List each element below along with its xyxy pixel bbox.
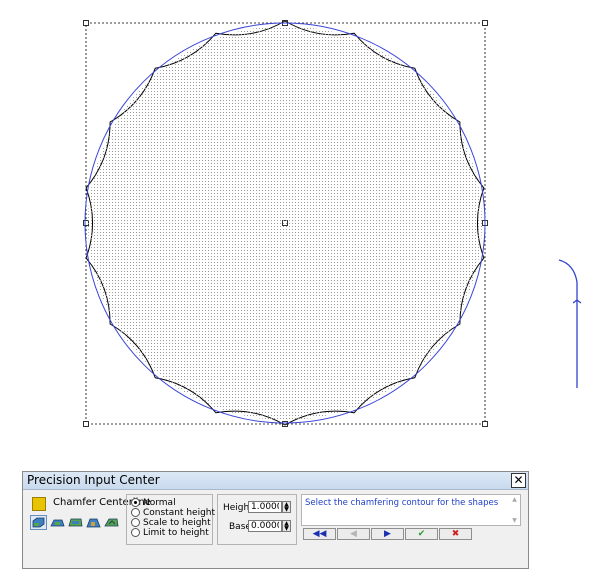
selection-handle[interactable] (83, 20, 89, 26)
radio-dot (131, 508, 140, 517)
dimension-fields: Height ▲▼ Base ▲▼ (217, 494, 297, 545)
radio-label: Constant height (143, 508, 216, 518)
chamfer-tool-2-icon[interactable] (50, 516, 65, 529)
chamfer-tool-3-icon[interactable] (68, 516, 83, 529)
next-step-button[interactable]: ▶ (371, 528, 404, 540)
close-button[interactable]: ✕ (511, 473, 526, 488)
panel-title: Precision Input Center (27, 473, 160, 487)
selection-handle[interactable] (83, 220, 89, 226)
ok-button[interactable]: ✔ (405, 528, 438, 540)
base-input[interactable] (248, 520, 282, 532)
selection-handle[interactable] (482, 20, 488, 26)
radio-dot (131, 498, 140, 507)
height-mode-group: Normal Constant height Scale to height L… (126, 494, 215, 545)
radio-label: Scale to height (143, 518, 211, 528)
height-input[interactable] (248, 501, 282, 513)
radio-label: Limit to height (143, 528, 209, 538)
first-step-button[interactable]: ◀◀ (303, 528, 336, 540)
radio-dot (131, 528, 140, 537)
chamfer-tool-5-icon[interactable] (104, 516, 119, 529)
drawing-canvas[interactable] (0, 0, 600, 450)
radio-scale-to-height[interactable]: Scale to height (131, 518, 211, 528)
chamfer-tool-4-icon[interactable] (86, 516, 101, 529)
panel-titlebar: Precision Input Center ✕ (23, 472, 528, 490)
chamfer-tool-1-icon[interactable] (30, 515, 47, 530)
selection-handle[interactable] (482, 421, 488, 427)
precision-input-panel: Precision Input Center ✕ Chamfer Centerl… (22, 471, 529, 569)
radio-limit-to-height[interactable]: Limit to height (131, 528, 209, 538)
chamfer-profile-preview (558, 259, 582, 388)
previous-step-button[interactable]: ◀ (337, 528, 370, 540)
radio-label: Normal (143, 498, 176, 508)
base-spinner[interactable]: ▲ ▼ (282, 520, 291, 532)
prompt-text: Select the chamfering contour for the sh… (305, 498, 499, 508)
prompt-scrollbar[interactable]: ▲ ▼ (510, 496, 519, 524)
fill-dot-pattern (88, 26, 482, 420)
radio-normal[interactable]: Normal (131, 498, 176, 508)
prompt-area: Select the chamfering contour for the sh… (301, 494, 521, 526)
cancel-button[interactable]: ✖ (439, 528, 472, 540)
selection-handle[interactable] (83, 421, 89, 427)
radio-constant-height[interactable]: Constant height (131, 508, 215, 518)
height-spinner[interactable]: ▲ ▼ (282, 501, 291, 513)
radio-dot (131, 518, 140, 527)
color-swatch[interactable] (32, 497, 46, 511)
